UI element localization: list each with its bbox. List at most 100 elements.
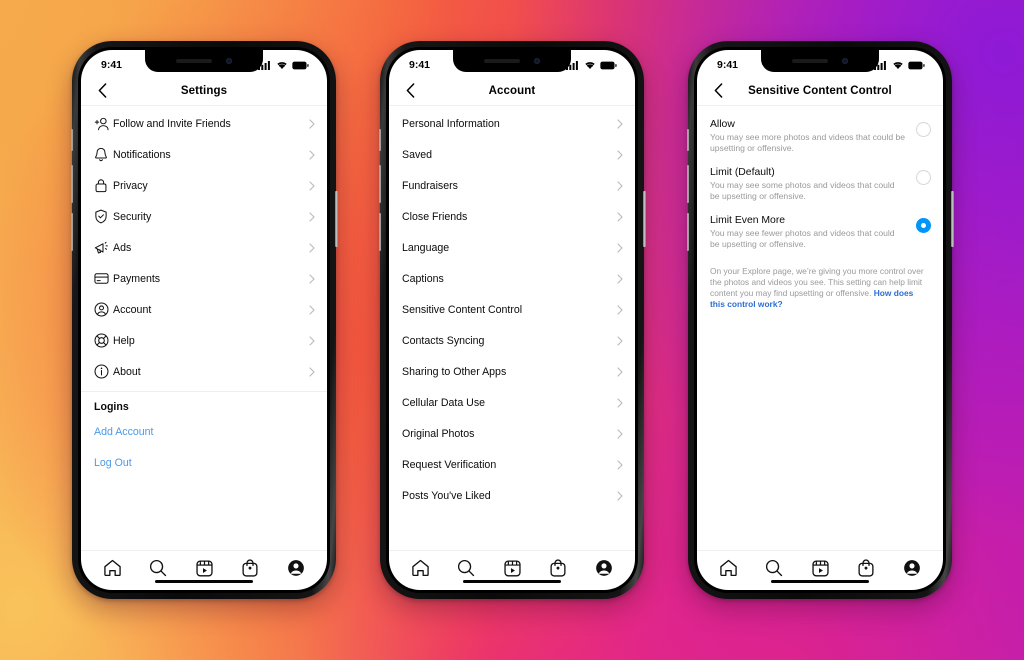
volume-down-button[interactable]	[70, 213, 73, 251]
tab-reels[interactable]	[807, 555, 833, 581]
list-item-request-verification[interactable]: Request Verification	[389, 449, 635, 480]
tab-search[interactable]	[761, 555, 787, 581]
mute-switch[interactable]	[70, 129, 73, 151]
settings-list: Follow and Invite Friends Notifications …	[81, 106, 327, 550]
phone-settings: 9:41 Settings Follow and Invite Friends …	[70, 41, 338, 599]
list-item-cellular-data-use[interactable]: Cellular Data Use	[389, 387, 635, 418]
account-circle-icon	[94, 302, 113, 317]
tab-profile[interactable]	[591, 555, 617, 581]
power-button[interactable]	[335, 191, 338, 247]
option-description: You may see some photos and videos that …	[710, 180, 895, 201]
power-button[interactable]	[951, 191, 954, 247]
chevron-right-icon	[309, 118, 315, 129]
tab-search[interactable]	[145, 555, 171, 581]
cellular-signal-icon	[566, 61, 578, 70]
sensitive-content-options: Allow You may see more photos and videos…	[697, 106, 943, 550]
list-item-help[interactable]: Help	[81, 325, 327, 356]
option-limit-default[interactable]: Limit (Default) You may see some photos …	[697, 160, 943, 208]
list-item-captions[interactable]: Captions	[389, 263, 635, 294]
volume-down-button[interactable]	[686, 213, 689, 251]
battery-icon	[600, 61, 617, 69]
radio-allow[interactable]	[916, 122, 931, 137]
tab-search[interactable]	[453, 555, 479, 581]
radio-limit-default[interactable]	[916, 170, 931, 185]
volume-down-button[interactable]	[378, 213, 381, 251]
list-item-label: Contacts Syncing	[402, 334, 485, 347]
tab-profile[interactable]	[899, 555, 925, 581]
phone-bezel: 9:41 Sensitive Content Control Allow You…	[694, 47, 946, 593]
nav-bar: Settings	[81, 76, 327, 106]
list-item-security[interactable]: Security	[81, 201, 327, 232]
list-item-fundraisers[interactable]: Fundraisers	[389, 170, 635, 201]
list-item-follow-invite-friends[interactable]: Follow and Invite Friends	[81, 108, 327, 139]
chevron-right-icon	[617, 428, 623, 439]
back-button[interactable]	[93, 82, 111, 100]
tab-shop[interactable]	[237, 555, 263, 581]
list-item-saved[interactable]: Saved	[389, 139, 635, 170]
list-item-sensitive-content-control[interactable]: Sensitive Content Control	[389, 294, 635, 325]
list-item-personal-information[interactable]: Personal Information	[389, 108, 635, 139]
tab-bar	[697, 550, 943, 590]
list-item-label: Privacy	[113, 179, 148, 192]
mute-switch[interactable]	[686, 129, 689, 151]
mute-switch[interactable]	[378, 129, 381, 151]
shield-check-icon	[94, 209, 113, 224]
list-item-notifications[interactable]: Notifications	[81, 139, 327, 170]
chevron-right-icon	[617, 273, 623, 284]
add-account-link[interactable]: Add Account	[81, 416, 327, 447]
power-button[interactable]	[643, 191, 646, 247]
add-person-icon	[94, 117, 113, 131]
list-item-label: Sharing to Other Apps	[402, 365, 507, 378]
list-item-privacy[interactable]: Privacy	[81, 170, 327, 201]
home-indicator	[771, 579, 869, 583]
list-item-posts-you-ve-liked[interactable]: Posts You've Liked	[389, 480, 635, 511]
list-item-close-friends[interactable]: Close Friends	[389, 201, 635, 232]
list-item-label: Captions	[402, 272, 444, 285]
list-item-contacts-syncing[interactable]: Contacts Syncing	[389, 325, 635, 356]
list-item-original-photos[interactable]: Original Photos	[389, 418, 635, 449]
page-title: Settings	[180, 84, 228, 97]
credit-card-icon	[94, 272, 113, 285]
page-title: Account	[488, 84, 536, 97]
list-item-about[interactable]: About	[81, 356, 327, 387]
tab-home[interactable]	[99, 555, 125, 581]
option-allow[interactable]: Allow You may see more photos and videos…	[697, 112, 943, 160]
log-out-link[interactable]: Log Out	[81, 447, 327, 478]
tab-home[interactable]	[715, 555, 741, 581]
tab-bar	[389, 550, 635, 590]
list-item-ads[interactable]: Ads	[81, 232, 327, 263]
chevron-right-icon	[617, 490, 623, 501]
nav-bar: Sensitive Content Control	[697, 76, 943, 106]
home-indicator	[155, 579, 253, 583]
account-list: Personal Information Saved Fundraisers Clos…	[389, 106, 635, 550]
tab-shop[interactable]	[853, 555, 879, 581]
list-item-sharing-to-other-apps[interactable]: Sharing to Other Apps	[389, 356, 635, 387]
list-item-language[interactable]: Language	[389, 232, 635, 263]
list-item-label: Security	[113, 210, 152, 223]
page-title: Sensitive Content Control	[748, 84, 892, 97]
tab-reels[interactable]	[191, 555, 217, 581]
chevron-left-icon	[98, 83, 106, 98]
option-limit-even-more[interactable]: Limit Even More You may see fewer photos…	[697, 208, 943, 256]
tab-reels[interactable]	[499, 555, 525, 581]
phone-bezel: 9:41 Settings Follow and Invite Friends …	[78, 47, 330, 593]
tab-profile[interactable]	[283, 555, 309, 581]
tab-home[interactable]	[407, 555, 433, 581]
status-bar: 9:41	[389, 50, 635, 76]
volume-up-button[interactable]	[686, 165, 689, 203]
chevron-right-icon	[617, 397, 623, 408]
chevron-right-icon	[309, 149, 315, 160]
volume-up-button[interactable]	[70, 165, 73, 203]
back-button[interactable]	[709, 82, 727, 100]
option-description: You may see fewer photos and videos that…	[710, 228, 895, 249]
volume-up-button[interactable]	[378, 165, 381, 203]
list-item-payments[interactable]: Payments	[81, 263, 327, 294]
info-circle-icon	[94, 364, 113, 379]
chevron-right-icon	[309, 273, 315, 284]
back-button[interactable]	[401, 82, 419, 100]
list-item-label: Language	[402, 241, 450, 254]
list-item-account[interactable]: Account	[81, 294, 327, 325]
list-item-label: Account	[113, 303, 152, 316]
radio-limit-even-more[interactable]	[916, 218, 931, 233]
tab-shop[interactable]	[545, 555, 571, 581]
